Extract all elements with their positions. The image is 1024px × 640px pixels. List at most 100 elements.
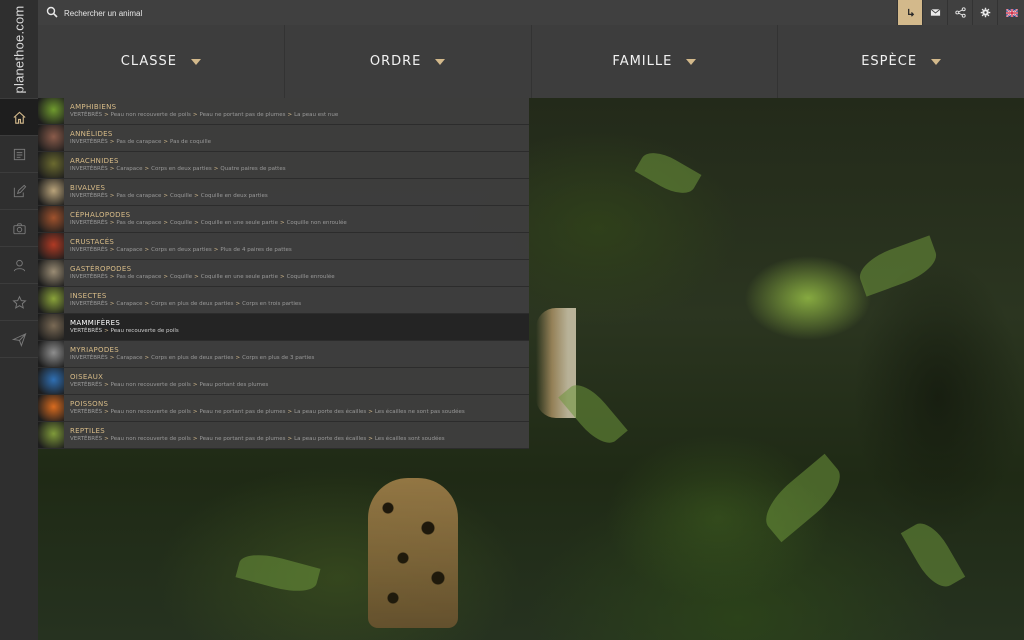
class-name: AMPHIBIENS (70, 103, 117, 111)
breadcrumb-segment: La peau porte des écailles (294, 409, 367, 415)
class-breadcrumb: INVERTÉBRÉS > Pas de carapace > Pas de coqui… (70, 139, 211, 145)
espece-dropdown[interactable]: ESPÈCE (778, 25, 1024, 98)
search-input[interactable] (62, 3, 466, 23)
animal-thumbnail (38, 260, 64, 286)
list-item[interactable]: GASTÉROPODES INVERTÉBRÉS > Pas de carapace >… (38, 260, 529, 287)
list-item[interactable]: AMPHIBIENS VERTÉBRÉS > Peau non recouverte … (38, 98, 529, 125)
breadcrumb-segment: Peau non recouverte de poils (110, 382, 191, 388)
animal-thumbnail (38, 179, 64, 205)
breadcrumb-separator: > (194, 274, 199, 280)
list-item[interactable]: CÉPHALOPODES INVERTÉBRÉS > Pas de carapace >… (38, 206, 529, 233)
nav-camera-button[interactable] (0, 209, 38, 246)
breadcrumb-segment: Carapace (116, 166, 143, 172)
ordre-dropdown[interactable]: ORDRE (285, 25, 532, 98)
class-name: MYRIAPODES (70, 346, 120, 354)
breadcrumb-segment: Plus de 4 paires de pattes (220, 247, 292, 253)
mail-icon (930, 8, 940, 16)
class-name: BIVALVES (70, 184, 106, 192)
list-item[interactable]: OISEAUX VERTÉBRÉS > Peau non recouverte de … (38, 368, 529, 395)
class-breadcrumb: INVERTÉBRÉS > Pas de carapace > Coquille > Coq… (70, 274, 335, 280)
breadcrumb-separator: > (163, 220, 168, 226)
breadcrumb-separator: > (104, 112, 109, 118)
espece-label: ESPÈCE (861, 54, 918, 69)
breadcrumb-separator: > (109, 301, 115, 307)
return-button[interactable] (897, 0, 922, 25)
animal-thumbnail (38, 368, 64, 394)
list-item[interactable]: POISSONS VERTÉBRÉS > Peau non recouverte de… (38, 395, 529, 422)
breadcrumb-segment: Peau non recouverte de poils (110, 436, 191, 442)
site-logo[interactable]: planethoe.com (0, 0, 38, 98)
logo-text[interactable]: planethoe.com (12, 5, 27, 93)
breadcrumb-separator: > (368, 409, 373, 415)
animal-thumbnail (38, 287, 64, 313)
language-button[interactable] (997, 0, 1024, 25)
leaf-decoration (235, 548, 321, 598)
breadcrumb-separator: > (109, 355, 115, 361)
list-icon (13, 148, 25, 160)
class-breadcrumb: INVERTÉBRÉS > Pas de carapace > Coquille > Coq… (70, 220, 347, 226)
breadcrumb-segment: Peau ne portant pas de plumes (199, 409, 286, 415)
nav-send-button[interactable] (0, 320, 38, 358)
class-breadcrumb: INVERTÉBRÉS > Pas de carapace > Coquille > Coq… (70, 193, 268, 199)
famille-label: FAMILLE (612, 54, 673, 69)
leaf-decoration (854, 235, 942, 297)
list-item[interactable]: MAMMIFÈRES VERTÉBRÉS > Peau recouverte de p… (38, 314, 529, 341)
breadcrumb-segment: Corps en deux parties (151, 166, 212, 172)
breadcrumb-segment: Coquille (170, 274, 193, 280)
mail-button[interactable] (922, 0, 947, 25)
share-button[interactable] (947, 0, 972, 25)
breadcrumb-segment: Corps en plus de deux parties (151, 301, 234, 307)
list-item[interactable]: REPTILES VERTÉBRÉS > Peau non recouverte de… (38, 422, 529, 449)
classe-dropdown[interactable]: CLASSE (38, 25, 285, 98)
camera-icon (12, 222, 26, 234)
breadcrumb-segment: Pas de carapace (116, 274, 162, 280)
breadcrumb-segment: VERTÉBRÉS (70, 436, 103, 442)
breadcrumb-separator: > (235, 355, 241, 361)
animal-thumbnail (38, 206, 64, 232)
class-name: ANNÉLIDES (70, 130, 113, 138)
famille-dropdown[interactable]: FAMILLE (532, 25, 779, 98)
chevron-down-icon (686, 59, 697, 65)
breadcrumb-separator: > (279, 274, 285, 280)
breadcrumb-separator: > (104, 328, 109, 334)
breadcrumb-segment: Les écailles sont soudées (374, 436, 445, 442)
class-name: POISSONS (70, 400, 109, 408)
breadcrumb-separator: > (163, 139, 168, 145)
list-item[interactable]: ANNÉLIDES INVERTÉBRÉS > Pas de carapace > Pas… (38, 125, 529, 152)
breadcrumb-segment: Pas de carapace (116, 220, 162, 226)
breadcrumb-separator: > (109, 247, 115, 253)
nav-home-button[interactable] (0, 98, 38, 135)
class-breadcrumb: VERTÉBRÉS > Peau non recouverte de poils > P… (70, 409, 465, 415)
nav-edit-button[interactable] (0, 172, 38, 209)
settings-button[interactable] (972, 0, 997, 25)
list-item[interactable]: MYRIAPODES INVERTÉBRÉS > Carapace > Corps en … (38, 341, 529, 368)
breadcrumb-segment: Pas de carapace (116, 193, 162, 199)
breadcrumb-separator: > (194, 193, 199, 199)
breadcrumb-segment: INVERTÉBRÉS (70, 193, 108, 199)
nav-user-button[interactable] (0, 246, 38, 283)
breadcrumb-segment: Coquille en deux parties (200, 193, 268, 199)
animal-thumbnail (38, 98, 64, 124)
list-item[interactable]: BIVALVES INVERTÉBRÉS > Pas de carapace > Coqu… (38, 179, 529, 206)
nav-list-button[interactable] (0, 135, 38, 172)
list-item[interactable]: ARACHNIDES INVERTÉBRÉS > Carapace > Corps en … (38, 152, 529, 179)
breadcrumb-separator: > (192, 436, 198, 442)
breadcrumb-segment: Coquille enroulée (286, 274, 335, 280)
list-item[interactable]: CRUSTACÉS INVERTÉBRÉS > Carapace > Corps en d… (38, 233, 529, 260)
gear-icon (980, 7, 990, 18)
breadcrumb-separator: > (192, 382, 198, 388)
breadcrumb-segment: Corps en trois parties (242, 301, 302, 307)
class-breadcrumb: VERTÉBRÉS > Peau non recouverte de poils > P… (70, 436, 445, 442)
uk-flag-icon (1005, 8, 1018, 17)
list-item[interactable]: INSECTES INVERTÉBRÉS > Carapace > Corps en pl… (38, 287, 529, 314)
class-breadcrumb: VERTÉBRÉS > Peau recouverte de poils (70, 328, 179, 334)
send-icon (11, 332, 26, 347)
user-icon (13, 259, 25, 271)
breadcrumb-segment: Peau ne portant pas de plumes (199, 112, 286, 118)
home-icon (12, 111, 26, 124)
breadcrumb-segment: Corps en deux parties (151, 247, 212, 253)
breadcrumb-separator: > (144, 247, 150, 253)
animal-thumbnail (38, 395, 64, 421)
nav-favorites-button[interactable] (0, 283, 38, 320)
breadcrumb-segment: Corps en plus de deux parties (151, 355, 234, 361)
